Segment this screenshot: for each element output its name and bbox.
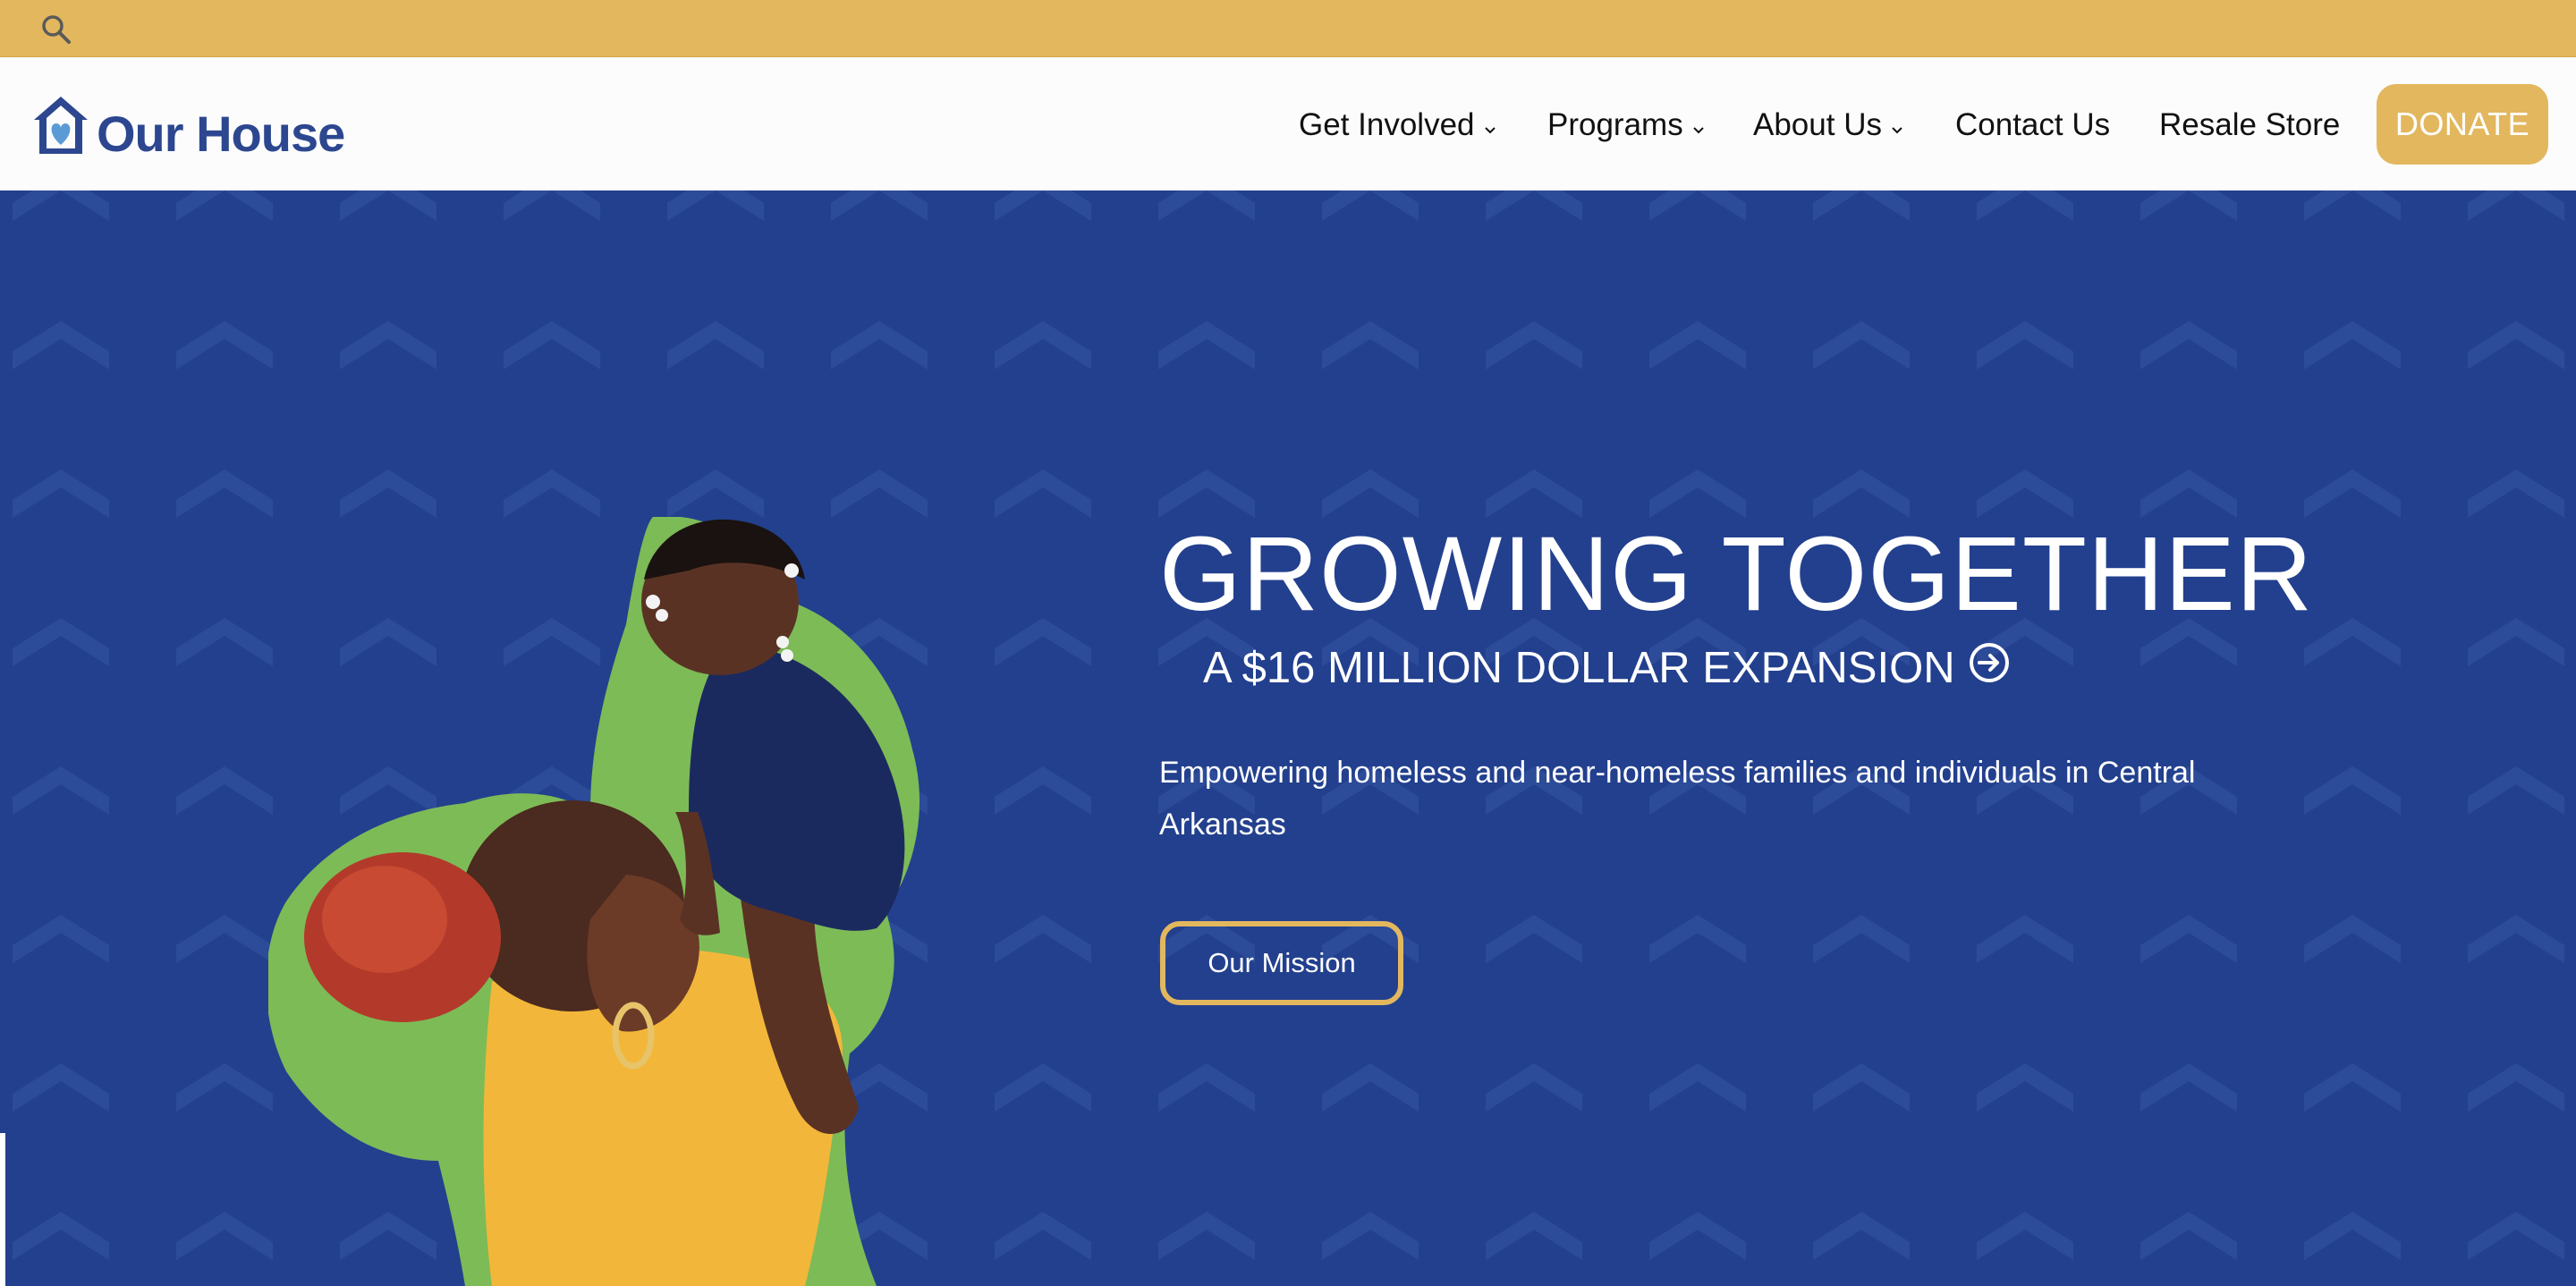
hero-photo-mother-child (268, 517, 920, 1286)
expansion-link[interactable]: A $16 MILLION DOLLAR EXPANSION (1203, 641, 2011, 695)
hero-section: GROWING TOGETHER A $16 MILLION DOLLAR EX… (0, 190, 2576, 1286)
nav-get-involved[interactable]: Get Involved (1299, 104, 1496, 147)
site-logo[interactable]: Our House (30, 89, 345, 162)
nav-label: About Us (1753, 107, 1882, 142)
expansion-link-label: A $16 MILLION DOLLAR EXPANSION (1203, 644, 1955, 692)
logo-text: Our House (97, 105, 345, 162)
our-mission-button[interactable]: Our Mission (1160, 921, 1403, 1005)
hero-title: GROWING TOGETHER (1159, 515, 2314, 633)
chevron-down-icon (1484, 107, 1496, 143)
nav-about-us[interactable]: About Us (1753, 104, 1903, 147)
arrow-right-circle-icon (1968, 641, 2011, 695)
nav-label: Contact Us (1955, 107, 2111, 142)
nav-contact-us[interactable]: Contact Us (1955, 104, 2110, 147)
nav-programs[interactable]: Programs (1547, 104, 1705, 147)
nav-label: Programs (1547, 107, 1683, 142)
page-edge-strip (0, 1133, 5, 1286)
top-utility-bar (0, 0, 2576, 57)
hero-description: Empowering homeless and near-homeless fa… (1159, 756, 2196, 842)
house-heart-icon (34, 97, 88, 154)
site-header: Our House Get Involved Programs About Us… (0, 57, 2576, 190)
chevron-down-icon (1891, 107, 1903, 143)
donate-button[interactable]: DONATE (2377, 84, 2548, 165)
nav-label: Get Involved (1299, 107, 1475, 142)
chevron-down-icon (1692, 107, 1705, 143)
nav-label: Resale Store (2159, 107, 2341, 142)
search-icon[interactable] (39, 13, 75, 48)
nav-resale-store[interactable]: Resale Store (2159, 104, 2340, 147)
